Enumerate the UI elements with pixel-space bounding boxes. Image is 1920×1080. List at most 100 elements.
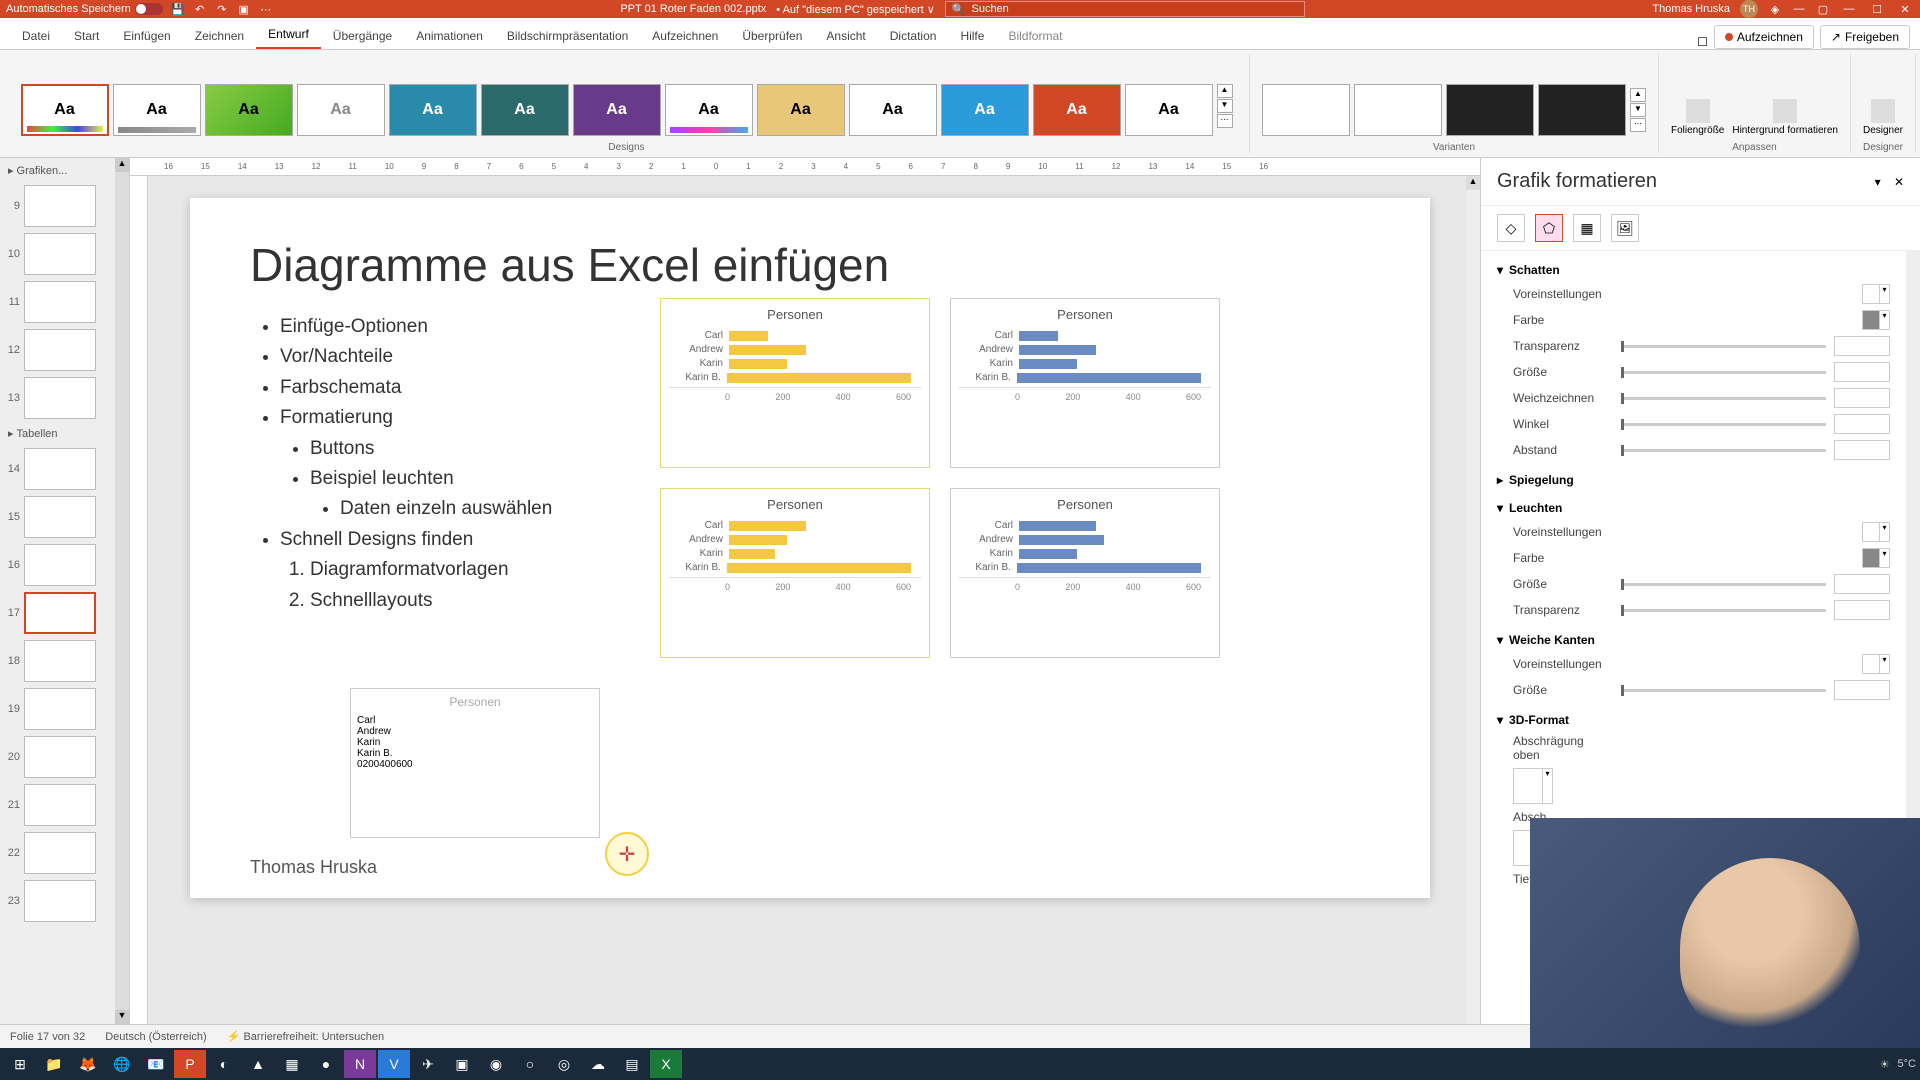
size-slider[interactable] (1621, 371, 1826, 374)
transparency-input[interactable] (1834, 336, 1890, 356)
transparency-slider[interactable] (1621, 345, 1826, 348)
slide-thumbnail[interactable] (24, 496, 96, 538)
maximize-icon[interactable]: ☐ (1868, 2, 1886, 16)
minimize-icon[interactable]: — (1840, 2, 1858, 16)
slide-thumbnail[interactable] (24, 233, 96, 275)
hintergrund-button[interactable]: Hintergrund formatieren (1728, 95, 1842, 140)
embedded-chart[interactable]: PersonenCarlAndrewKarinKarin B.020040060… (950, 488, 1220, 658)
app-icon[interactable]: ▣ (446, 1050, 478, 1078)
slide-text-content[interactable]: Einfüge-Optionen Vor/Nachteile Farbschem… (250, 312, 610, 616)
tab-start[interactable]: Start (62, 23, 111, 49)
coming-soon-icon[interactable]: ◈ (1768, 2, 1782, 16)
glow-size-input[interactable] (1834, 574, 1890, 594)
pane-close-icon[interactable]: ✕ (1894, 175, 1904, 189)
pane-dropdown-icon[interactable]: ▾ (1875, 175, 1881, 189)
autosave-toggle[interactable]: Automatisches Speichern (6, 3, 163, 15)
start-button-icon[interactable]: ⊞ (4, 1050, 36, 1078)
variant-thumb[interactable] (1354, 84, 1442, 136)
tab-aufzeichnen[interactable]: Aufzeichnen (640, 23, 730, 49)
embedded-chart[interactable]: PersonenCarlAndrewKarinKarin B.020040060… (950, 298, 1220, 468)
slide-title[interactable]: Diagramme aus Excel einfügen (250, 238, 1370, 292)
softedge-size-slider[interactable] (1621, 689, 1826, 692)
design-thumb[interactable]: Aa (481, 84, 569, 136)
angle-slider[interactable] (1621, 423, 1826, 426)
toggle-switch-icon[interactable] (135, 3, 163, 15)
slide-thumbnail[interactable] (24, 736, 96, 778)
picture-tab-icon[interactable]: 🖼 (1611, 214, 1639, 242)
excel-icon[interactable]: X (650, 1050, 682, 1078)
gallery-scroll[interactable]: ▲▼⋯ (1217, 84, 1233, 128)
size-input[interactable] (1834, 362, 1890, 382)
explorer-icon[interactable]: 📁 (38, 1050, 70, 1078)
username-label[interactable]: Thomas Hruska (1652, 3, 1730, 15)
tab-hilfe[interactable]: Hilfe (948, 23, 996, 49)
variant-thumb[interactable] (1446, 84, 1534, 136)
design-thumb[interactable]: Aa (665, 84, 753, 136)
thumbnail-scrollbar[interactable]: ▲▼ (115, 158, 129, 1024)
vscode-icon[interactable]: V (378, 1050, 410, 1078)
glow-presets-combo[interactable]: ▾ (1862, 522, 1890, 542)
chrome-icon[interactable]: 🌐 (106, 1050, 138, 1078)
softedge-presets-combo[interactable]: ▾ (1862, 654, 1890, 674)
accessibility-check[interactable]: ⚡ Barrierefreiheit: Untersuchen (227, 1030, 384, 1043)
angle-input[interactable] (1834, 414, 1890, 434)
slide-thumbnail-active[interactable] (24, 592, 96, 634)
tab-einfuegen[interactable]: Einfügen (111, 23, 182, 49)
qat-more-icon[interactable]: ⋯ (259, 2, 273, 16)
design-thumb[interactable]: Aa (1033, 84, 1121, 136)
design-thumb[interactable]: Aa (113, 84, 201, 136)
tab-ansicht[interactable]: Ansicht (814, 23, 877, 49)
variant-thumb[interactable] (1538, 84, 1626, 136)
design-thumb[interactable]: Aa (573, 84, 661, 136)
embedded-chart[interactable]: PersonenCarlAndrewKarinKarin B.020040060… (660, 488, 930, 658)
effects-tab-icon[interactable]: ⬠ (1535, 214, 1563, 242)
slide-thumbnail[interactable] (24, 448, 96, 490)
section-header-grafiken[interactable]: ▸ Grafiken... (4, 162, 125, 179)
close-icon[interactable]: ✕ (1896, 2, 1914, 16)
tab-animationen[interactable]: Animationen (404, 23, 495, 49)
slide-canvas[interactable]: Diagramme aus Excel einfügen Einfüge-Opt… (190, 198, 1430, 898)
design-thumb[interactable]: Aa (389, 84, 477, 136)
design-thumb[interactable]: Aa (297, 84, 385, 136)
slide-thumbnail[interactable] (24, 185, 96, 227)
redo-icon[interactable]: ↷ (215, 2, 229, 16)
fill-line-tab-icon[interactable]: ◇ (1497, 214, 1525, 242)
design-thumb[interactable]: Aa (849, 84, 937, 136)
presets-combo[interactable]: ▾ (1862, 284, 1890, 304)
canvas-scrollbar[interactable]: ▲ (1466, 176, 1480, 1024)
app-icon[interactable]: ◉ (480, 1050, 512, 1078)
glow-color-combo[interactable]: ▾ (1862, 548, 1890, 568)
tab-bildformat[interactable]: Bildformat (996, 23, 1074, 49)
section-leuchten[interactable]: ▾ Leuchten (1497, 497, 1890, 519)
embedded-chart[interactable]: PersonenCarlAndrewKarinKarin B.020040060… (660, 298, 930, 468)
app-icon[interactable]: ◎ (548, 1050, 580, 1078)
start-from-beginning-icon[interactable]: ▣ (237, 2, 251, 16)
foliengroesse-button[interactable]: Foliengröße (1667, 95, 1728, 140)
system-tray[interactable]: ☀ 5°C (1880, 1058, 1916, 1071)
tab-entwurf[interactable]: Entwurf (256, 21, 321, 49)
app-icon[interactable]: ● (310, 1050, 342, 1078)
distance-input[interactable] (1834, 440, 1890, 460)
save-icon[interactable]: 💾 (171, 2, 185, 16)
outlook-icon[interactable]: 📧 (140, 1050, 172, 1078)
bevel-top-combo[interactable]: ▾ (1513, 768, 1553, 804)
onenote-icon[interactable]: N (344, 1050, 376, 1078)
section-spiegelung[interactable]: ▸ Spiegelung (1497, 469, 1890, 491)
user-avatar[interactable]: TH (1740, 0, 1758, 18)
ribbon-display-icon[interactable]: — (1792, 2, 1806, 16)
tab-bildschirm[interactable]: Bildschirmpräsentation (495, 23, 640, 49)
distance-slider[interactable] (1621, 449, 1826, 452)
design-thumb[interactable]: Aa (21, 84, 109, 136)
slide-thumbnail[interactable] (24, 880, 96, 922)
app-icon[interactable]: ▢ (1816, 2, 1830, 16)
freigeben-button[interactable]: ↗Freigeben (1820, 25, 1910, 49)
design-thumb[interactable]: Aa (757, 84, 845, 136)
telegram-icon[interactable]: ✈ (412, 1050, 444, 1078)
blur-input[interactable] (1834, 388, 1890, 408)
slide-thumbnail[interactable] (24, 377, 96, 419)
save-state[interactable]: • Auf "diesem PC" gespeichert ∨ (776, 3, 935, 16)
search-box[interactable]: 🔍 Suchen (945, 1, 1305, 17)
moving-chart-ghost[interactable]: PersonenCarlAndrewKarinKarin B.020040060… (350, 688, 600, 838)
tab-zeichnen[interactable]: Zeichnen (183, 23, 256, 49)
slide-thumbnail[interactable] (24, 784, 96, 826)
